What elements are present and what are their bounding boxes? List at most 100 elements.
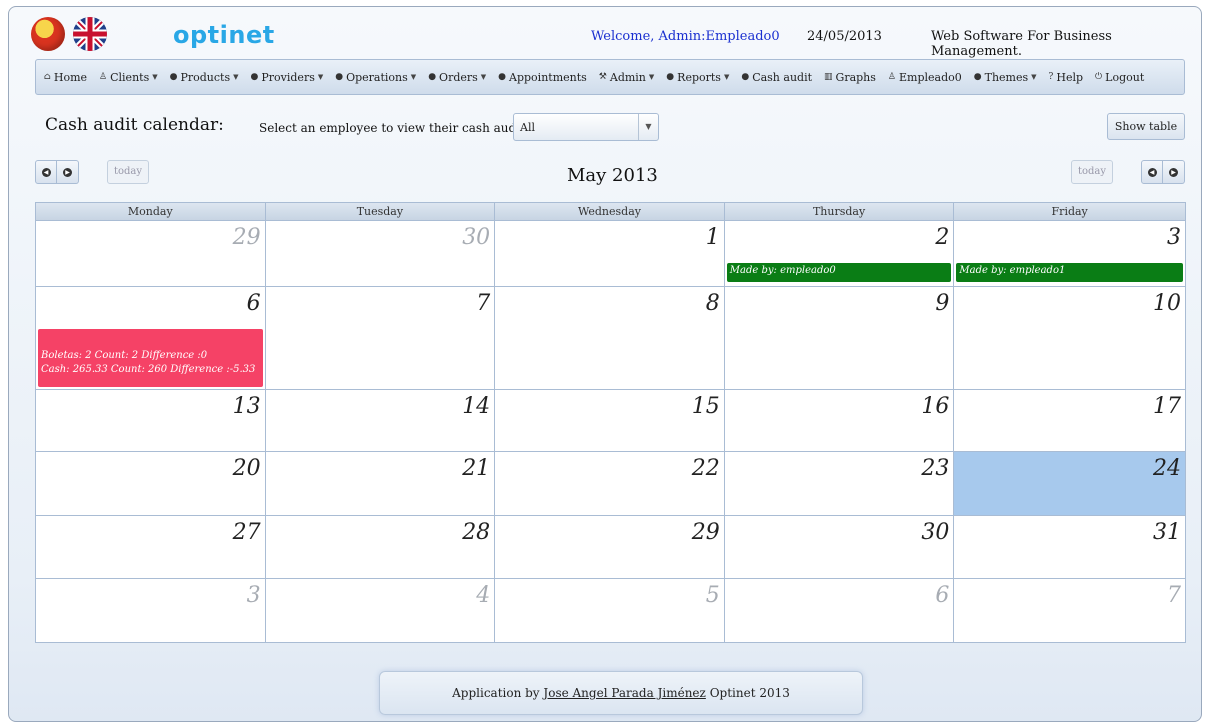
calendar-day[interactable]: 30 [265, 221, 496, 286]
spanish-flag-icon[interactable] [31, 17, 65, 51]
cash-audit-event[interactable]: Made by: empleado0 [726, 263, 952, 282]
day-number: 16 [921, 394, 950, 419]
calendar-week: 13 14 15 16 17 [36, 389, 1185, 451]
calendar-day[interactable]: 16 [724, 390, 955, 451]
bullet-icon: ● [250, 72, 259, 82]
calendar-day[interactable]: 9 [724, 287, 955, 389]
power-icon: ⏻ [1095, 72, 1103, 82]
employee-select-value: All [520, 121, 535, 134]
menu-item-help[interactable]: ? Help [1049, 71, 1084, 84]
chevron-down-icon: ▼ [152, 73, 158, 81]
prev-month-button[interactable]: ◀ [35, 160, 57, 184]
calendar-day[interactable]: 3 [36, 579, 266, 642]
weekday-monday: Monday [36, 203, 266, 220]
menu-item-appointments[interactable]: ● Appointments [498, 71, 587, 84]
calendar-day[interactable]: 23 [724, 452, 955, 515]
today-button-right[interactable]: today [1071, 160, 1113, 184]
menu-item-themes[interactable]: ● Themes ▼ [974, 71, 1037, 84]
app-logo[interactable]: optinet [173, 21, 275, 49]
chevron-down-icon: ▼ [233, 73, 239, 81]
calendar-day[interactable]: 7 [954, 579, 1185, 642]
menu-item-clients[interactable]: ♙ Clients ▼ [99, 71, 158, 84]
menu-item-home[interactable]: ⌂ Home [44, 71, 87, 84]
calendar-day[interactable]: 6 [724, 579, 955, 642]
calendar-day[interactable]: 2 Made by: empleado0 [724, 221, 955, 286]
home-icon: ⌂ [44, 72, 51, 82]
menu-item-label: Products [180, 70, 231, 84]
calendar-day[interactable]: 6 Boletas: 2 Count: 2 Difference :0 Cash: … [36, 287, 266, 389]
today-button[interactable]: today [107, 160, 149, 184]
menu-item-providers[interactable]: ● Providers ▼ [251, 71, 324, 84]
author-link[interactable]: Jose Angel Parada Jiménez [543, 686, 705, 700]
prev-month-button-right[interactable]: ◀ [1141, 160, 1163, 184]
bullet-icon: ● [428, 72, 437, 82]
next-month-button[interactable]: ▶ [57, 160, 79, 184]
page-title: Cash audit calendar: [45, 115, 224, 135]
calendar-day[interactable]: 4 [265, 579, 496, 642]
day-number: 8 [705, 291, 720, 316]
arrow-left-icon: ◀ [41, 167, 51, 177]
next-month-button-right[interactable]: ▶ [1163, 160, 1185, 184]
calendar-day[interactable]: 31 [954, 516, 1185, 578]
calendar-day[interactable]: 14 [265, 390, 496, 451]
calendar-day[interactable]: 5 [495, 579, 725, 642]
cash-audit-event[interactable]: Boletas: 2 Count: 2 Difference :0 Cash: 2… [38, 329, 263, 387]
menu-item-empleado0[interactable]: ♙ Empleado0 [888, 71, 962, 84]
calendar-day[interactable]: 22 [495, 452, 725, 515]
day-number: 6 [246, 291, 261, 316]
chevron-down-icon: ▼ [723, 73, 730, 81]
chevron-down-icon[interactable]: ▼ [638, 114, 658, 140]
menu-item-reports[interactable]: ● Reports ▼ [666, 71, 729, 84]
show-table-button[interactable]: Show table [1107, 113, 1185, 140]
welcome-text: Welcome, Admin:Empleado0 [591, 29, 780, 44]
calendar-day[interactable]: 17 [954, 390, 1185, 451]
employee-select[interactable]: All ▼ [513, 113, 659, 141]
menu-item-cash-audit[interactable]: ● Cash audit [741, 71, 812, 84]
wrench-icon: ⚒ [598, 72, 607, 82]
menu-item-label: Themes [984, 70, 1029, 84]
day-number: 5 [705, 583, 720, 608]
calendar-day[interactable]: 15 [495, 390, 725, 451]
menu-item-orders[interactable]: ● Orders ▼ [428, 71, 486, 84]
calendar-day[interactable]: 27 [36, 516, 266, 578]
menu-item-graphs[interactable]: ▥ Graphs [824, 71, 876, 84]
arrow-right-icon: ▶ [63, 167, 72, 177]
day-number: 10 [1152, 291, 1181, 316]
calendar-day[interactable]: 10 [954, 287, 1185, 389]
menu-item-admin[interactable]: ⚒ Admin ▼ [599, 71, 655, 84]
footer-suffix: Optinet 2013 [709, 686, 790, 700]
event-line: Boletas: 2 Count: 2 Difference :0 [41, 350, 208, 361]
calendar-day[interactable]: 20 [36, 452, 266, 515]
weekday-header: Monday Tuesday Wednesday Thursday Friday [36, 203, 1185, 220]
calendar-day[interactable]: 29 [495, 516, 725, 578]
calendar-day[interactable]: 7 [265, 287, 496, 389]
calendar-day[interactable]: 28 [265, 516, 496, 578]
month-title: May 2013 [567, 165, 658, 186]
bullet-icon: ● [498, 72, 507, 82]
menu-item-label: Operations [346, 70, 408, 84]
day-number: 7 [1166, 583, 1181, 608]
calendar-day[interactable]: 13 [36, 390, 266, 451]
menu-item-products[interactable]: ● Products ▼ [170, 71, 239, 84]
day-number: 31 [1152, 520, 1181, 545]
cash-audit-event[interactable]: Made by: empleado1 [956, 263, 1183, 282]
calendar-day-today[interactable]: 24 [954, 452, 1185, 515]
menu-item-label: Orders [439, 70, 478, 84]
calendar-day[interactable]: 21 [265, 452, 496, 515]
calendar-day[interactable]: 8 [495, 287, 725, 389]
calendar-week: 3 4 5 6 7 [36, 578, 1185, 642]
calendar-day[interactable]: 30 [724, 516, 955, 578]
arrow-left-icon: ◀ [1147, 167, 1157, 177]
footer: Application by Jose Angel Parada Jiménez… [379, 671, 863, 715]
calendar-day[interactable]: 1 [495, 221, 725, 286]
day-number: 7 [476, 291, 491, 316]
user-icon: ♙ [887, 72, 896, 82]
day-number: 29 [232, 225, 261, 250]
calendar-day[interactable]: 3 Made by: empleado1 [954, 221, 1185, 286]
calendar-day[interactable]: 29 [36, 221, 266, 286]
menu-item-label: Admin [609, 70, 646, 84]
uk-flag-icon[interactable] [73, 17, 107, 51]
menu-item-operations[interactable]: ● Operations ▼ [335, 71, 416, 84]
menu-item-logout[interactable]: ⏻ Logout [1095, 71, 1144, 84]
bullet-icon: ● [666, 72, 675, 82]
